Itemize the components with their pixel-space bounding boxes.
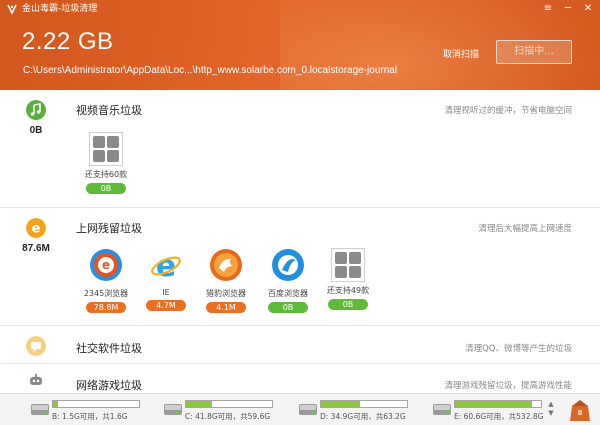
liebao-browser-icon bbox=[210, 249, 242, 281]
ie-e-icon: e bbox=[26, 218, 46, 238]
drive-usage-bar bbox=[52, 400, 140, 408]
svg-text:e: e bbox=[102, 258, 110, 272]
drive-usage-bar bbox=[454, 400, 542, 408]
drive-status-bar: B: 1.5G可用，共1.6G C: 41.8G可用，共59.6G D: 34.… bbox=[0, 393, 600, 425]
item-label: IE bbox=[162, 288, 170, 297]
drive-usage-fill bbox=[186, 401, 212, 407]
menu-icon[interactable]: ≡ bbox=[540, 2, 556, 16]
grid-more-icon bbox=[89, 132, 123, 166]
section-video-music: 0B 视频音乐垃圾 清理视听过的缓冲，节省电脑空间 还支持60款 0B bbox=[0, 90, 600, 208]
hard-drive-icon bbox=[299, 404, 317, 415]
title-bar[interactable]: 金山毒霸-垃圾清理 ≡ ─ ✕ bbox=[0, 0, 600, 18]
drive-usage-fill bbox=[53, 401, 59, 407]
item-more-media[interactable]: 还支持60款 0B bbox=[80, 132, 132, 194]
size-badge: 0B bbox=[268, 302, 308, 313]
section-games: 网络游戏垃圾 清理游戏残留垃圾，提高游戏性能 bbox=[0, 364, 600, 393]
drive-usage-bar bbox=[185, 400, 273, 408]
music-note-icon bbox=[26, 100, 46, 120]
scroll-up-icon[interactable]: ▲ bbox=[546, 400, 556, 409]
browser-2345-icon: e bbox=[90, 249, 122, 281]
item-label: 还支持49款 bbox=[326, 286, 370, 295]
hard-drive-icon bbox=[433, 404, 451, 415]
scan-button[interactable]: 扫描中... bbox=[496, 40, 572, 64]
item-ie[interactable]: e IE 4.7M bbox=[140, 248, 192, 311]
toolbox-bag-icon[interactable] bbox=[568, 397, 592, 423]
chat-bubble-icon bbox=[26, 336, 46, 356]
ie-browser-icon: e bbox=[151, 249, 181, 284]
drive-usage-fill bbox=[321, 401, 360, 407]
grid-more-icon bbox=[331, 248, 365, 282]
size-badge: 4.7M bbox=[146, 300, 186, 311]
drive-d: D: 34.9G可用，共63.2G bbox=[298, 398, 428, 422]
section-hint: 清理视听过的缓冲，节省电脑空间 bbox=[444, 106, 572, 116]
drive-label: B: 1.5G可用，共1.6G bbox=[52, 412, 128, 421]
drive-scroll-arrows[interactable]: ▲ ▼ bbox=[546, 400, 556, 418]
item-baidu[interactable]: 百度浏览器 0B bbox=[262, 248, 314, 313]
section-internet: e 87.6M 上网残留垃圾 清理后大幅提高上网速度 e 2345浏览器 78.… bbox=[0, 208, 600, 326]
hard-drive-icon bbox=[31, 404, 49, 415]
section-title[interactable]: 视频音乐垃圾 bbox=[76, 102, 142, 118]
close-icon[interactable]: ✕ bbox=[580, 2, 596, 16]
drive-label: E: 60.6G可用，共532.8G bbox=[454, 412, 544, 421]
drive-label: C: 41.8G可用，共59.6G bbox=[185, 412, 271, 421]
svg-text:e: e bbox=[32, 222, 41, 237]
drive-c: C: 41.8G可用，共59.6G bbox=[163, 398, 293, 422]
item-label: 百度浏览器 bbox=[268, 289, 308, 298]
section-title[interactable]: 上网残留垃圾 bbox=[76, 220, 142, 236]
scroll-down-icon[interactable]: ▼ bbox=[546, 409, 556, 418]
drive-b: B: 1.5G可用，共1.6G bbox=[30, 398, 160, 422]
item-label: 2345浏览器 bbox=[83, 289, 129, 298]
size-badge: 78.8M bbox=[86, 302, 126, 313]
item-label: 猎豹浏览器 bbox=[206, 289, 246, 298]
size-badge: 4.1M bbox=[206, 302, 246, 313]
total-junk-size: 2.22 GB bbox=[22, 28, 114, 55]
minimize-icon[interactable]: ─ bbox=[560, 2, 576, 16]
section-title[interactable]: 网络游戏垃圾 bbox=[76, 377, 142, 393]
scan-path: C:\Users\Administrator\AppData\Loc...\ht… bbox=[23, 65, 398, 76]
item-browser-2345[interactable]: e 2345浏览器 78.8M bbox=[80, 248, 132, 313]
baidu-browser-icon bbox=[272, 249, 304, 281]
hard-drive-icon bbox=[164, 404, 182, 415]
section-size: 87.6M bbox=[22, 243, 50, 254]
section-social: 社交软件垃圾 清理QQ、微博等产生的垃圾 bbox=[0, 326, 600, 364]
item-label: 还支持60款 bbox=[84, 170, 128, 179]
size-badge: 0B bbox=[328, 299, 368, 310]
item-liebao[interactable]: 猎豹浏览器 4.1M bbox=[200, 248, 252, 313]
section-hint: 清理QQ、微博等产生的垃圾 bbox=[465, 344, 572, 354]
app-logo-icon bbox=[7, 4, 17, 15]
size-badge: 0B bbox=[86, 183, 126, 194]
svg-text:e: e bbox=[156, 249, 176, 282]
cancel-scan-link[interactable]: 取消扫描 bbox=[443, 47, 479, 60]
window-title: 金山毒霸-垃圾清理 bbox=[22, 4, 98, 14]
drive-usage-fill bbox=[455, 401, 532, 407]
section-title[interactable]: 社交软件垃圾 bbox=[76, 340, 142, 356]
drive-e: E: 60.6G可用，共532.8G bbox=[432, 398, 544, 422]
item-more-browsers[interactable]: 还支持49款 0B bbox=[322, 248, 374, 310]
drive-label: D: 34.9G可用，共63.2G bbox=[320, 412, 406, 421]
section-size: 0B bbox=[29, 125, 43, 136]
header-banner: 金山毒霸-垃圾清理 ≡ ─ ✕ 2.22 GB C:\Users\Adminis… bbox=[0, 0, 600, 90]
drive-usage-bar bbox=[320, 400, 408, 408]
section-hint: 清理后大幅提高上网速度 bbox=[478, 224, 572, 234]
gamepad-icon bbox=[30, 374, 42, 385]
section-hint: 清理游戏残留垃圾，提高游戏性能 bbox=[444, 381, 572, 391]
